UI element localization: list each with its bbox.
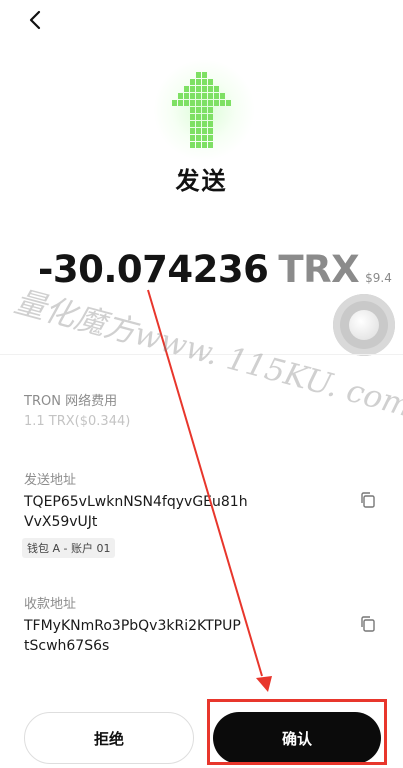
network-fee-value: 1.1 TRX($0.344) — [24, 414, 131, 429]
floating-assistive-button[interactable] — [333, 294, 395, 356]
wallet-account-tag: 钱包 A - 账户 01 — [22, 538, 116, 558]
copy-recipient-address-icon[interactable] — [358, 614, 378, 634]
recipient-address-label: 收款地址 — [24, 597, 77, 612]
sender-address: TQEP65vLwknNSN4fqyvGEu81h VvX59vUJt — [24, 492, 286, 532]
sender-address-label: 发送地址 — [24, 473, 77, 488]
confirm-button[interactable]: 确认 — [213, 712, 381, 764]
send-arrow-icon — [172, 72, 231, 148]
sender-address-line-2: VvX59vUJt — [24, 514, 98, 530]
amount-fiat-value: $9.4 — [365, 271, 392, 285]
network-fee-label: TRON 网络费用 — [24, 394, 118, 409]
recipient-address-line-1: TFMyKNmRo3PbQv3kRi2KTPUP — [24, 618, 241, 634]
recipient-address-line-2: tScwh67S6s — [24, 638, 110, 654]
sender-address-line-1: TQEP65vLwknNSN4fqyvGEu81h — [24, 494, 248, 510]
divider — [0, 354, 403, 355]
back-chevron-icon[interactable] — [24, 8, 48, 32]
page-title: 发送 — [175, 167, 228, 195]
amount-value: -30.074236 — [38, 248, 269, 291]
amount-row: -30.074236 TRX $9.4 — [38, 248, 392, 291]
amount-unit: TRX — [278, 248, 360, 291]
reject-button[interactable]: 拒绝 — [24, 712, 194, 764]
copy-sender-address-icon[interactable] — [358, 490, 378, 510]
recipient-address: TFMyKNmRo3PbQv3kRi2KTPUP tScwh67S6s — [24, 616, 286, 656]
